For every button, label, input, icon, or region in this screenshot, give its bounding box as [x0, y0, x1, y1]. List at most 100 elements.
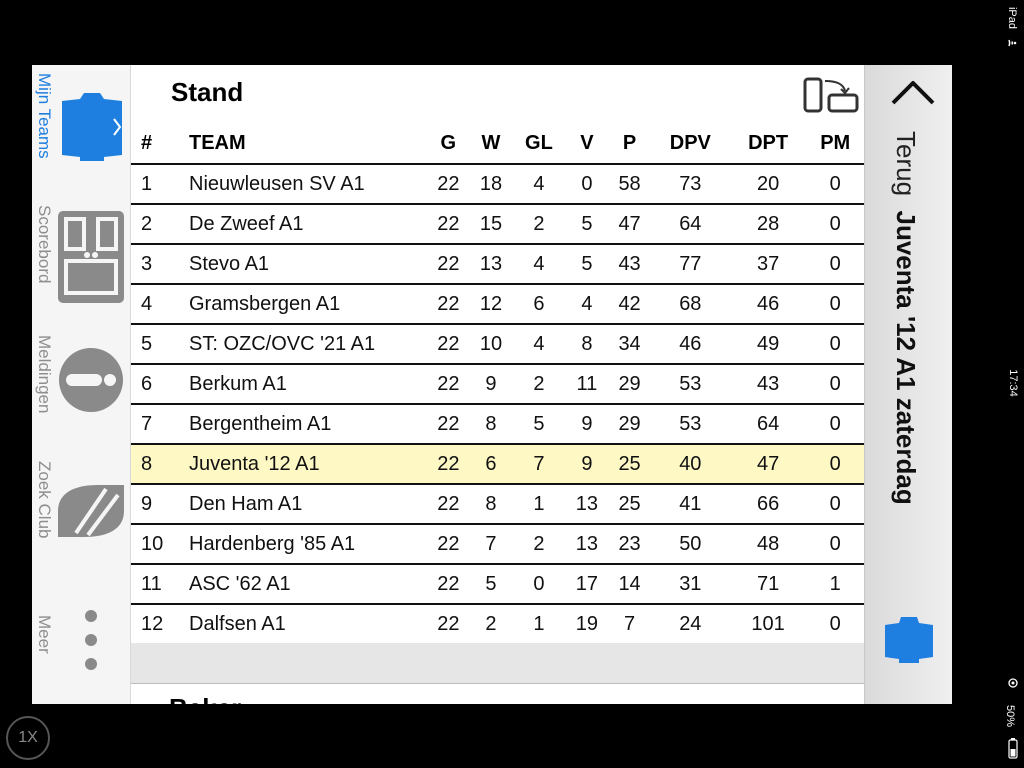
- app-screen: Mijn Teams Scorebord Meldingen Zoek Club…: [32, 65, 952, 704]
- cell-team: Bergentheim A1: [189, 404, 427, 445]
- cell-p: 23: [608, 524, 651, 565]
- section-heading: Beker: [169, 693, 241, 704]
- cell-v: 11: [565, 364, 609, 405]
- cell-pm: 1: [806, 564, 864, 605]
- cell-dpv: 50: [650, 524, 730, 565]
- battery-icon: [1008, 738, 1018, 765]
- cell-p: 29: [608, 364, 651, 405]
- cell-gl: 5: [512, 404, 566, 445]
- cell-dpt: 20: [729, 164, 807, 205]
- page-title: Stand: [171, 77, 244, 107]
- cell-pm: 0: [806, 244, 864, 285]
- cell-rank: 11: [131, 564, 189, 605]
- cell-pm: 0: [806, 164, 864, 205]
- table-row[interactable]: 1 Nieuwleusen SV A1 22 18 4 0 58 73 20 0: [131, 164, 864, 205]
- cell-w: 12: [469, 284, 513, 325]
- cell-p: 42: [608, 284, 651, 325]
- cell-rank: 1: [131, 164, 189, 205]
- cell-pm: 0: [806, 324, 864, 365]
- cell-v: 9: [565, 444, 609, 485]
- tab-zoek-club[interactable]: Zoek Club: [32, 461, 130, 581]
- cell-v: 0: [565, 164, 609, 205]
- cell-dpv: 68: [650, 284, 730, 325]
- shirt-icon[interactable]: [883, 613, 935, 670]
- table-row[interactable]: 4 Gramsbergen A1 22 12 6 4 42 68 46 0: [131, 284, 864, 325]
- cell-pm: 0: [806, 364, 864, 405]
- battery-percent: 50%: [1004, 704, 1017, 728]
- zoom-button[interactable]: 1X: [6, 716, 50, 760]
- col-header-g: G: [427, 123, 470, 165]
- cell-w: 8: [469, 484, 513, 525]
- cell-p: 34: [608, 324, 651, 365]
- table-row[interactable]: 11 ASC '62 A1 22 5 0 17 14 31 71 1: [131, 564, 864, 605]
- cell-g: 22: [427, 164, 470, 205]
- cell-team: Dalfsen A1: [189, 604, 427, 645]
- alert-icon: [58, 347, 124, 418]
- cell-gl: 4: [512, 164, 566, 205]
- cell-rank: 9: [131, 484, 189, 525]
- cell-dpv: 77: [650, 244, 730, 285]
- cell-team: Nieuwleusen SV A1: [189, 164, 427, 205]
- cell-p: 29: [608, 404, 651, 445]
- wifi-icon: [1007, 36, 1019, 54]
- cell-rank: 6: [131, 364, 189, 405]
- cell-gl: 4: [512, 324, 566, 365]
- table-row[interactable]: 10 Hardenberg '85 A1 22 7 2 13 23 50 48 0: [131, 524, 864, 565]
- cell-w: 9: [469, 364, 513, 405]
- table-row[interactable]: 3 Stevo A1 22 13 4 5 43 77 37 0: [131, 244, 864, 285]
- cell-dpt: 71: [729, 564, 807, 605]
- cell-rank: 3: [131, 244, 189, 285]
- cell-rank: 10: [131, 524, 189, 565]
- cell-dpt: 49: [729, 324, 807, 365]
- cell-p: 43: [608, 244, 651, 285]
- table-row[interactable]: 12 Dalfsen A1 22 2 1 19 7 24 101 0: [131, 604, 864, 645]
- table-row[interactable]: 2 De Zweef A1 22 15 2 5 47 64 28 0: [131, 204, 864, 245]
- cell-w: 8: [469, 404, 513, 445]
- cell-gl: 1: [512, 604, 566, 645]
- rotate-button[interactable]: [803, 77, 861, 115]
- table-header-row: # TEAM G W GL V P DPV DPT PM: [131, 123, 864, 165]
- tab-label: Scorebord: [35, 205, 54, 284]
- table-row[interactable]: 6 Berkum A1 22 9 2 11 29 53 43 0: [131, 364, 864, 405]
- cell-g: 22: [427, 404, 470, 445]
- cell-dpv: 31: [650, 564, 730, 605]
- cell-g: 22: [427, 604, 470, 645]
- back-label: Terug: [891, 131, 921, 197]
- cell-g: 22: [427, 324, 470, 365]
- cell-dpv: 53: [650, 404, 730, 445]
- cell-team: Stevo A1: [189, 244, 427, 285]
- cell-g: 22: [427, 204, 470, 245]
- cell-rank: 12: [131, 604, 189, 645]
- device-name: iPad: [1006, 6, 1019, 30]
- cell-v: 8: [565, 324, 609, 365]
- cell-rank: 5: [131, 324, 189, 365]
- cell-gl: 1: [512, 484, 566, 525]
- tab-meldingen[interactable]: Meldingen: [32, 335, 130, 455]
- cell-p: 47: [608, 204, 651, 245]
- table-row[interactable]: 7 Bergentheim A1 22 8 5 9 29 53 64 0: [131, 404, 864, 445]
- col-header-dpt: DPT: [729, 123, 807, 165]
- cell-g: 22: [427, 284, 470, 325]
- cell-dpv: 41: [650, 484, 730, 525]
- cell-team: De Zweef A1: [189, 204, 427, 245]
- tab-mijn-teams[interactable]: Mijn Teams: [32, 73, 130, 193]
- tab-scorebord[interactable]: Scorebord: [32, 205, 130, 325]
- cell-dpt: 46: [729, 284, 807, 325]
- tab-bar: Mijn Teams Scorebord Meldingen Zoek Club…: [32, 65, 131, 704]
- cell-w: 2: [469, 604, 513, 645]
- table-row[interactable]: 5 ST: OZC/OVC '21 A1 22 10 4 8 34 46 49 0: [131, 324, 864, 365]
- cell-gl: 2: [512, 204, 566, 245]
- cell-team: Gramsbergen A1: [189, 284, 427, 325]
- table-row[interactable]: 9 Den Ham A1 22 8 1 13 25 41 66 0: [131, 484, 864, 525]
- table-row[interactable]: 8 Juventa '12 A1 22 6 7 9 25 40 47 0: [131, 444, 864, 485]
- cell-v: 13: [565, 524, 609, 565]
- tab-meer[interactable]: Meer: [32, 610, 130, 695]
- cell-dpv: 73: [650, 164, 730, 205]
- cell-dpt: 66: [729, 484, 807, 525]
- cell-team: Hardenberg '85 A1: [189, 524, 427, 565]
- cell-g: 22: [427, 364, 470, 405]
- cell-w: 7: [469, 524, 513, 565]
- scoreboard-icon: [58, 211, 124, 308]
- cell-g: 22: [427, 484, 470, 525]
- back-button[interactable]: Terug Juventa '12 A1 zaterdag: [885, 79, 935, 609]
